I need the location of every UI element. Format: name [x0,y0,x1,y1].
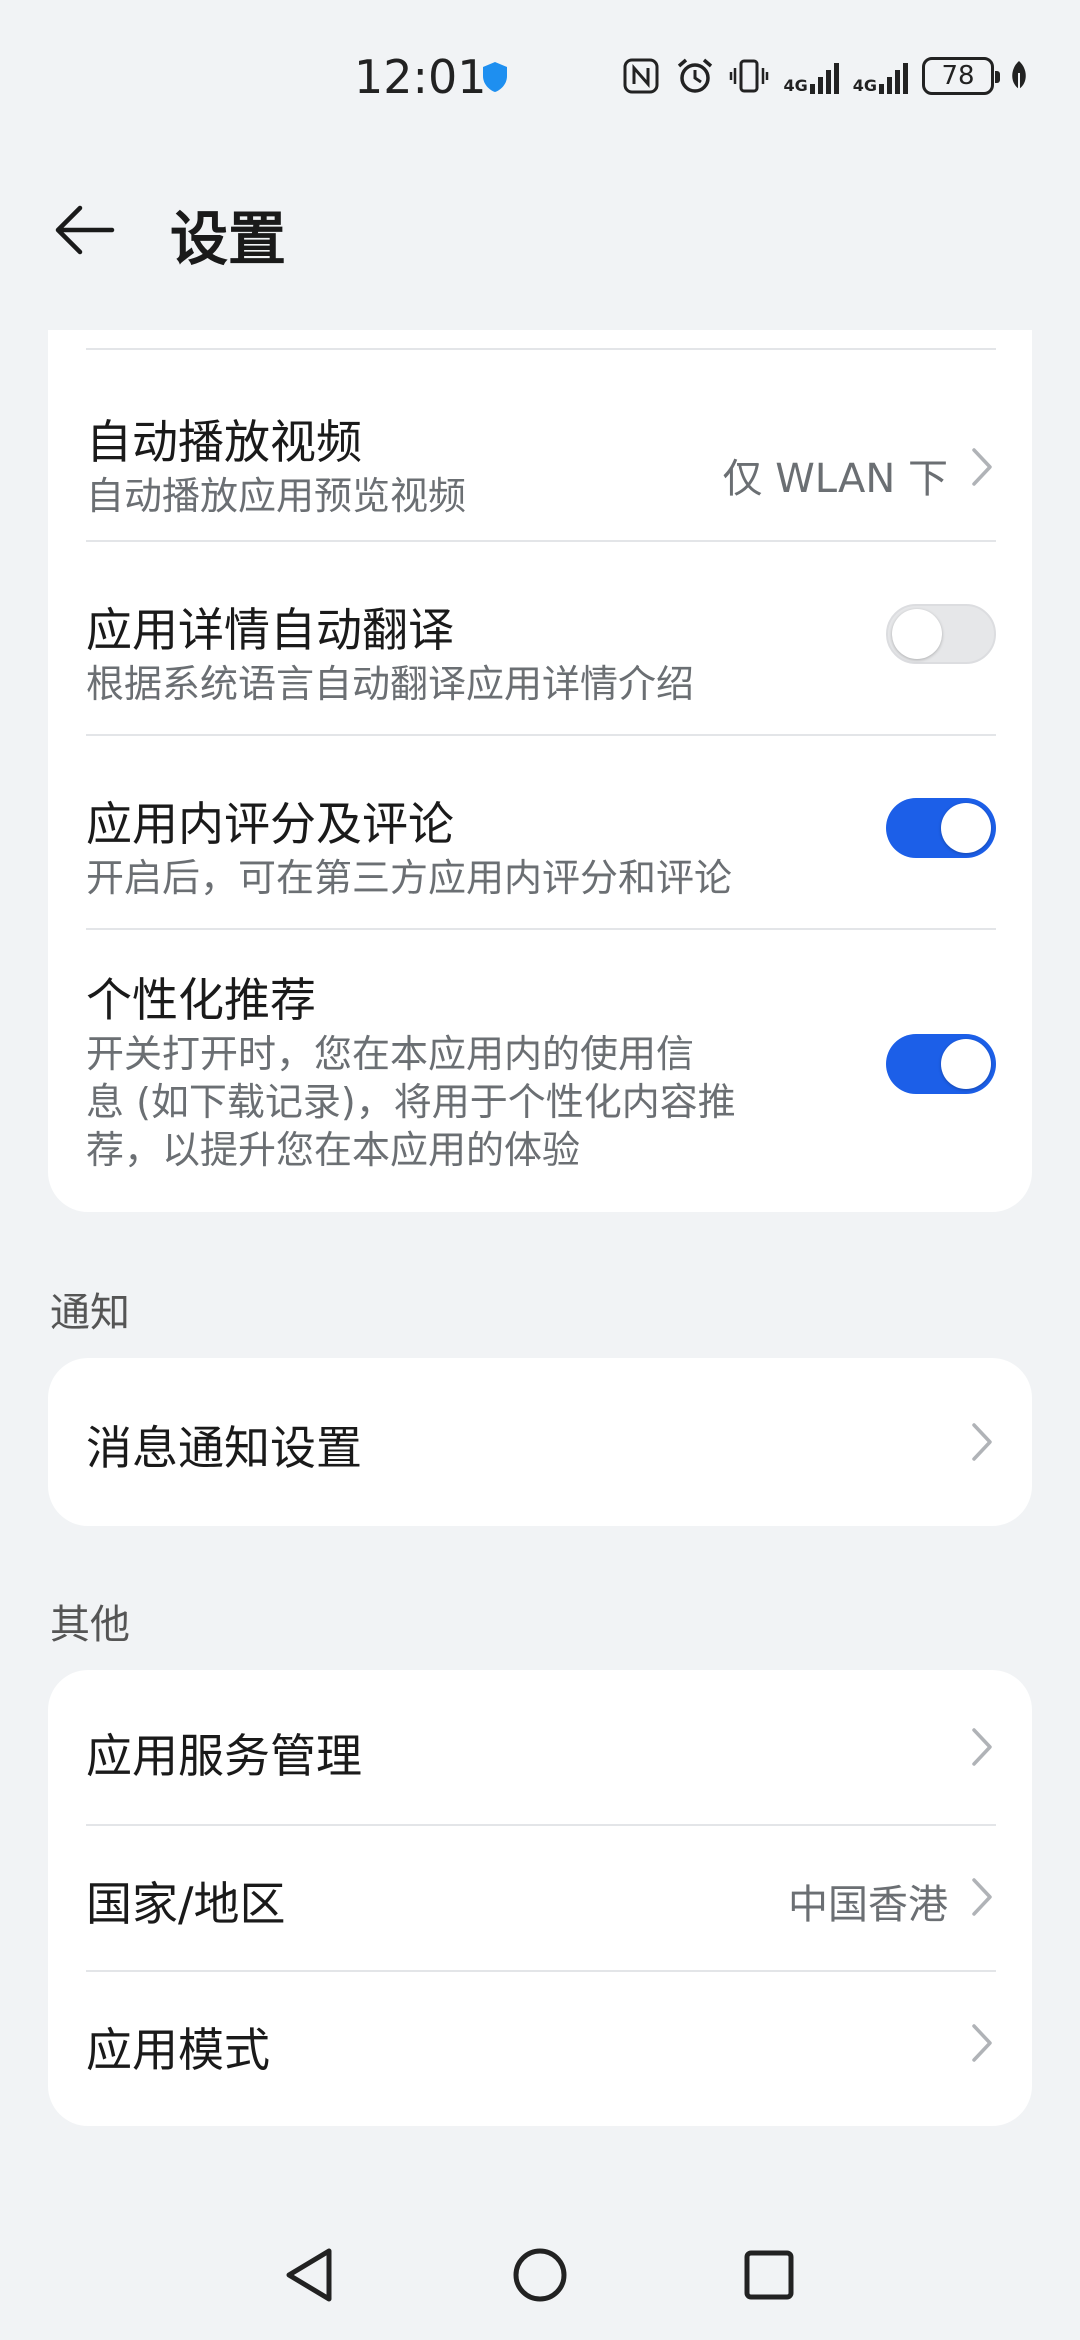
row-subtitle: 根据系统语言自动翻译应用详情介绍 [86,662,695,706]
signal-group-1: 4G [783,58,839,95]
notification-card: 消息通知设置 [48,1358,1032,1526]
shield-icon [483,62,507,92]
arrow-left-icon [55,205,115,255]
row-title: 应用服务管理 [86,1729,362,1783]
row-title: 消息通知设置 [86,1421,362,1475]
battery-level: 78 [941,61,975,91]
row-title: 个性化推荐 [86,973,316,1027]
row-subtitle: 自动播放应用预览视频 [86,474,467,518]
chevron-right-icon [972,1878,992,1916]
personalized-recommendation-toggle[interactable] [886,1034,996,1094]
status-time: 12:01 [354,50,487,104]
battery-icon: 78 [922,57,1000,95]
row-value: 中国香港 [788,1882,948,1928]
message-notification-settings-row[interactable]: 消息通知设置 [86,1358,996,1526]
circle-home-icon [513,2248,567,2302]
chevron-right-icon [972,1423,992,1461]
settings-card: 自动播放视频 自动播放应用预览视频 仅 WLAN 下 应用详情自动翻译 根据系统… [48,330,1032,1212]
system-navigation-bar [0,2230,1080,2340]
autoplay-video-row[interactable]: 自动播放视频 自动播放应用预览视频 仅 WLAN 下 [86,350,996,540]
in-app-ratings-toggle[interactable] [886,798,996,858]
app-bar: 设置 [0,170,1080,290]
back-button[interactable] [44,190,124,270]
status-bar: 12:01 4G 4G 78 [0,0,1080,150]
row-title: 自动播放视频 [86,415,362,469]
row-subtitle: 开启后，可在第三方应用内评分和评论 [86,856,733,900]
subtitle-line: 息 (如下载记录)，将用于个性化内容推 [86,1080,736,1124]
nav-back-button[interactable] [264,2230,354,2320]
auto-translate-row: 应用详情自动翻译 根据系统语言自动翻译应用详情介绍 [86,542,996,734]
alarm-icon [678,58,713,93]
nav-home-button[interactable] [495,2230,585,2320]
app-mode-row[interactable]: 应用模式 [86,1972,996,2126]
chevron-right-icon [972,448,992,486]
nfc-icon [623,58,659,94]
status-icons: 4G 4G 78 [621,56,1030,96]
personalized-recommendation-row: 个性化推荐 开关打开时，您在本应用内的使用信 息 (如下载记录)，将用于个性化内… [86,930,996,1200]
leaf-icon [1012,61,1026,92]
row-title: 应用内评分及评论 [86,797,454,851]
in-app-ratings-row: 应用内评分及评论 开启后，可在第三方应用内评分和评论 [86,736,996,928]
row-value: 仅 WLAN 下 [722,456,948,502]
network-type-1: 4G [783,76,808,95]
row-title: 国家/地区 [86,1877,286,1931]
auto-translate-toggle[interactable] [886,604,996,664]
signal-icon [809,58,839,94]
vibrate-icon [730,59,769,93]
section-label-other: 其他 [50,1602,130,1648]
chevron-right-icon [972,2024,992,2062]
square-recents-icon [744,2250,794,2300]
subtitle-line: 荐，以提升您在本应用的体验 [86,1128,581,1172]
other-card: 应用服务管理 国家/地区 中国香港 应用模式 [48,1670,1032,2126]
country-region-row[interactable]: 国家/地区 中国香港 [86,1826,996,1970]
app-service-management-row[interactable]: 应用服务管理 [86,1670,996,1824]
toggle-knob [941,1039,991,1089]
row-subtitle: 开关打开时，您在本应用内的使用信 息 (如下载记录)，将用于个性化内容推 荐，以… [86,1030,736,1174]
page-title: 设置 [170,205,287,273]
row-title: 应用模式 [86,2023,270,2077]
triangle-back-icon [286,2248,332,2302]
network-type-2: 4G [852,76,877,95]
toggle-knob [941,803,991,853]
toggle-knob [892,609,942,659]
row-title: 应用详情自动翻译 [86,603,454,657]
signal-group-2: 4G [853,58,908,94]
chevron-right-icon [972,1728,992,1766]
nav-recents-button[interactable] [724,2230,814,2320]
subtitle-line: 开关打开时，您在本应用内的使用信 [86,1032,695,1076]
section-label-notification: 通知 [50,1290,130,1336]
signal-icon [879,58,908,94]
